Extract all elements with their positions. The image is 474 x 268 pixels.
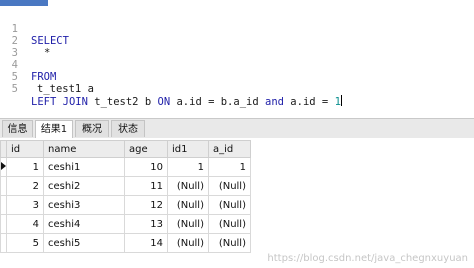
cell-a-id[interactable]: (Null) [208,195,251,215]
cell-id[interactable]: 4 [6,214,44,234]
editor-line: 3 [0,35,474,59]
kw-left: LEFT [31,96,57,108]
kw-join: JOIN [62,96,88,108]
cell-a-id[interactable]: (Null) [208,233,251,253]
text-cursor [340,95,342,106]
cell-age[interactable]: 13 [124,214,168,234]
result-tabbar: 信息 结果1 概况 状态 [0,118,474,139]
sql-editor[interactable]: 1 SELECT 2 * 3 4 FROM 5 t_test1 a 5 LEFT… [0,6,474,110]
result-table: id name age id1 a_id 1 ceshi1 10 1 1 2 c… [0,140,251,253]
column-header-age[interactable]: age [124,140,168,158]
cell-name[interactable]: ceshi4 [43,214,125,234]
cell-a-id[interactable]: (Null) [208,214,251,234]
table-row[interactable]: 5 ceshi5 14 (Null) (Null) [0,233,251,253]
filter-condition: a.id = [290,96,329,108]
column-header-a-id[interactable]: a_id [208,140,251,158]
cell-id[interactable]: 5 [6,233,44,253]
code-text: t_test1 a [37,83,94,95]
table-name: t_test2 [94,96,139,108]
table-alias: b [144,96,152,108]
cell-id1[interactable]: (Null) [167,214,209,234]
cell-age[interactable]: 12 [124,195,168,215]
table-row[interactable]: 1 ceshi1 10 1 1 [0,157,251,177]
column-header-name[interactable]: name [43,140,125,158]
kw-and: and [265,96,284,108]
cell-a-id[interactable]: (Null) [208,176,251,196]
cell-age[interactable]: 10 [124,157,168,177]
column-header-id[interactable]: id [6,140,44,158]
code-text: LEFT JOIN t_test2 b ON a.id = b.a_id and… [31,95,342,108]
cell-name[interactable]: ceshi3 [43,195,125,215]
cell-id1[interactable]: (Null) [167,195,209,215]
cell-name[interactable]: ceshi1 [43,157,125,177]
editor-line: 5 t_test1 a [0,59,474,95]
cell-id1[interactable]: 1 [167,157,209,177]
cell-id[interactable]: 2 [6,176,44,196]
editor-line: 1 SELECT [0,11,474,47]
join-condition: a.id = b.a_id [176,96,259,108]
cell-id[interactable]: 3 [6,195,44,215]
tab-info[interactable]: 信息 [2,120,33,137]
table-row[interactable]: 2 ceshi2 11 (Null) (Null) [0,176,251,196]
cell-name[interactable]: ceshi2 [43,176,125,196]
kw-on: ON [157,96,171,108]
line-number: 5 [11,83,18,95]
tab-result1[interactable]: 结果1 [35,120,73,139]
cell-id[interactable]: 1 [6,157,44,177]
column-header-id1[interactable]: id1 [167,140,209,158]
tab-status[interactable]: 状态 [111,120,145,137]
cell-id1[interactable]: (Null) [167,233,209,253]
editor-line: 4 FROM [0,47,474,83]
cell-name[interactable]: ceshi5 [43,233,125,253]
cell-id1[interactable]: (Null) [167,176,209,196]
cell-age[interactable]: 11 [124,176,168,196]
table-row[interactable]: 3 ceshi3 12 (Null) (Null) [0,195,251,215]
cell-a-id[interactable]: 1 [208,157,251,177]
table-row[interactable]: 4 ceshi4 13 (Null) (Null) [0,214,251,234]
current-row-arrow-icon [1,161,6,170]
header-row: id name age id1 a_id [0,140,251,158]
editor-line: 2 * [0,23,474,59]
editor-line: 5 LEFT JOIN t_test2 b ON a.id = b.a_id a… [0,71,474,108]
watermark-text: https://blog.csdn.net/java_chegnxuyuan [267,253,468,264]
tab-profile[interactable]: 概况 [75,120,109,137]
result-grid[interactable]: id name age id1 a_id 1 ceshi1 10 1 1 2 c… [0,138,474,268]
cell-age[interactable]: 14 [124,233,168,253]
